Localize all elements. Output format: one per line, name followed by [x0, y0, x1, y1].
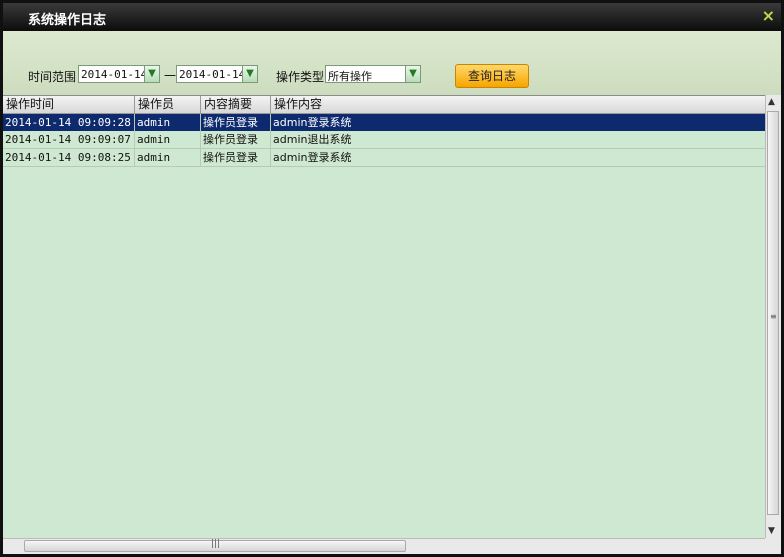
range-separator: — [164, 68, 176, 82]
cell-operator: admin [135, 149, 201, 166]
scroll-corner [765, 538, 781, 554]
table-row[interactable]: 2014-01-14 09:09:28 admin 操作员登录 admin登录系… [3, 114, 765, 131]
chevron-down-icon[interactable]: ▼ [144, 66, 159, 82]
op-type-label: 操作类型 [276, 70, 325, 84]
horizontal-scrollbar[interactable]: ||| [3, 538, 765, 554]
cell-content: admin登录系统 [273, 116, 352, 129]
horizontal-scroll-thumb[interactable]: ||| [24, 539, 406, 552]
log-table: 操作时间 操作员 内容摘要 操作内容 2014-01-14 09:09:28 a… [3, 95, 765, 539]
date-to-picker[interactable]: 2014-01-14 ▼ [176, 65, 258, 83]
vertical-scroll-thumb[interactable]: ≡ [767, 111, 779, 515]
column-header-time[interactable]: 操作时间 [3, 96, 135, 113]
vertical-scrollbar[interactable]: ▲ ≡ ▼ [765, 95, 781, 538]
cell-summary: 操作员登录 [201, 149, 271, 166]
table-row[interactable]: 2014-01-14 09:08:25 admin 操作员登录 admin登录系… [3, 149, 765, 167]
scroll-up-icon[interactable]: ▲ [768, 97, 775, 107]
cell-operator: admin [135, 114, 201, 131]
cell-content: admin退出系统 [273, 133, 352, 146]
cell-time: 2014-01-14 09:09:07 [3, 131, 135, 148]
column-header-operator[interactable]: 操作员 [135, 96, 201, 113]
cell-summary: 操作员登录 [201, 131, 271, 148]
cell-summary: 操作员登录 [201, 114, 271, 131]
title-bar: 系统操作日志 × [3, 3, 781, 31]
table-header: 操作时间 操作员 内容摘要 操作内容 [3, 96, 765, 114]
grip-icon: ||| [211, 539, 221, 549]
scroll-down-icon[interactable]: ▼ [768, 526, 775, 536]
time-range-label: 时间范围 [28, 70, 77, 84]
date-from-value: 2014-01-14 [81, 68, 148, 81]
chevron-down-icon[interactable]: ▼ [242, 66, 257, 82]
column-header-content[interactable]: 操作内容 [271, 96, 765, 113]
query-log-button[interactable]: 查询日志 [455, 64, 529, 88]
chevron-down-icon[interactable]: ▼ [405, 66, 420, 82]
op-type-select[interactable]: 所有操作 ▼ [325, 65, 421, 83]
date-to-value: 2014-01-14 [179, 68, 246, 81]
op-type-value: 所有操作 [328, 70, 372, 83]
log-window: 系统操作日志 × 时间范围 2014-01-14 ▼ — 2014-01-14 … [0, 0, 784, 557]
cell-content: admin登录系统 [273, 151, 352, 164]
cell-time: 2014-01-14 09:08:25 [3, 149, 135, 166]
close-icon[interactable]: × [762, 6, 775, 25]
filter-toolbar: 时间范围 2014-01-14 ▼ — 2014-01-14 ▼ 操作类型 所有… [3, 31, 781, 95]
grip-icon: ≡ [770, 312, 777, 321]
date-from-picker[interactable]: 2014-01-14 ▼ [78, 65, 160, 83]
column-header-summary[interactable]: 内容摘要 [201, 96, 271, 113]
window-title: 系统操作日志 [28, 13, 107, 28]
cell-operator: admin [135, 131, 201, 148]
cell-time: 2014-01-14 09:09:28 [3, 114, 135, 131]
table-row[interactable]: 2014-01-14 09:09:07 admin 操作员登录 admin退出系… [3, 131, 765, 149]
